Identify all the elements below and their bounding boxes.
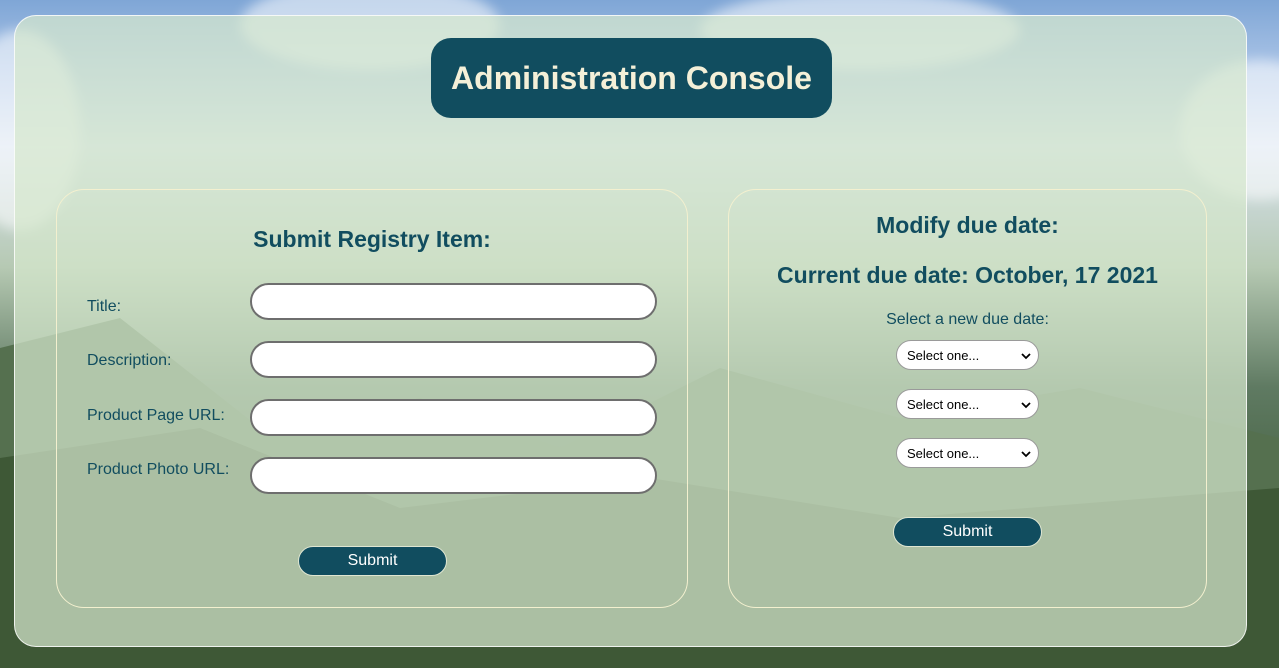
title-banner: Administration Console	[431, 38, 832, 118]
due-date-select-2[interactable]: Select one...	[896, 389, 1039, 419]
product-page-url-label: Product Page URL:	[87, 407, 225, 424]
registry-submit-button[interactable]: Submit	[298, 546, 447, 576]
select-2-value: Select one...	[907, 396, 980, 412]
title-label: Title:	[87, 298, 122, 315]
product-photo-url-input[interactable]	[250, 457, 657, 494]
due-date-select-3[interactable]: Select one...	[896, 438, 1039, 468]
current-due-date: Current due date: October, 17 2021	[777, 262, 1158, 288]
due-date-submit-button[interactable]: Submit	[893, 517, 1042, 547]
due-date-select-1[interactable]: Select one...	[896, 340, 1039, 370]
select-3-value: Select one...	[907, 445, 980, 461]
description-input[interactable]	[250, 341, 657, 378]
chevron-down-icon	[1021, 451, 1031, 458]
description-label: Description:	[87, 352, 172, 369]
due-date-heading: Modify due date:	[876, 212, 1059, 238]
chevron-down-icon	[1021, 353, 1031, 360]
select-1-value: Select one...	[907, 347, 980, 363]
page-title: Administration Console	[451, 59, 812, 96]
chevron-down-icon	[1021, 402, 1031, 409]
registry-item-panel: Submit Registry Item: Title: Description…	[56, 189, 688, 608]
admin-console-card: Administration Console Submit Registry I…	[14, 15, 1247, 647]
title-input[interactable]	[250, 283, 657, 320]
due-date-panel: Modify due date: Current due date: Octob…	[728, 189, 1207, 608]
product-photo-url-label: Product Photo URL:	[87, 461, 230, 478]
product-page-url-input[interactable]	[250, 399, 657, 436]
registry-form-heading: Submit Registry Item:	[253, 226, 491, 252]
select-due-date-prompt: Select a new due date:	[886, 311, 1049, 328]
